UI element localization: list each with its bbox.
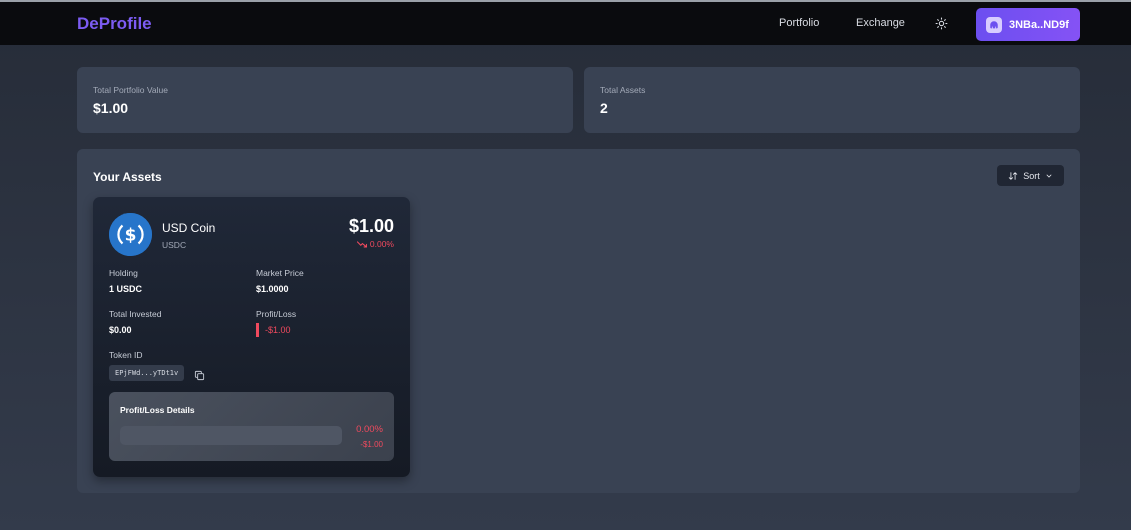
nav-link-portfolio[interactable]: Portfolio (779, 17, 819, 29)
nav-link-exchange[interactable]: Exchange (856, 17, 905, 29)
theme-toggle-button[interactable] (934, 16, 949, 31)
profit-loss-label: Profit/Loss (256, 309, 297, 319)
total-portfolio-value-label: Total Portfolio Value (93, 85, 168, 95)
total-assets-value: 2 (600, 100, 608, 116)
brand-logo[interactable]: DeProfile (77, 14, 152, 34)
trending-down-icon (356, 241, 367, 248)
sort-arrows-icon (1009, 171, 1018, 180)
wallet-address: 3NBa..ND9f (1009, 18, 1069, 31)
copy-icon[interactable] (194, 368, 205, 381)
profit-loss-amount: -$1.00 (360, 440, 383, 449)
coin-name: USD Coin (162, 221, 216, 235)
profit-loss-value: -$1.00 (256, 323, 291, 337)
coin-price: $1.00 (348, 216, 394, 236)
coin-change: 0.00% (356, 239, 394, 249)
wallet-connect-button[interactable]: 3NBa..ND9f (976, 8, 1080, 41)
total-assets-label: Total Assets (600, 85, 646, 95)
your-assets-panel: Your Assets Sort $ USD Coin USDC $1.00 0… (77, 149, 1080, 493)
profit-loss-details: Profit/Loss Details 0.00% -$1.00 (109, 392, 394, 461)
total-invested-value: $0.00 (109, 325, 132, 335)
chevron-down-icon (1046, 174, 1052, 178)
market-price-value: $1.0000 (256, 284, 289, 294)
total-invested-label: Total Invested (109, 309, 162, 319)
coin-change-value: 0.00% (369, 239, 394, 249)
sort-label: Sort (1023, 170, 1040, 181)
token-id-label: Token ID (109, 350, 143, 360)
holding-value: 1 USDC (109, 284, 143, 294)
asset-card-usdc[interactable]: $ USD Coin USDC $1.00 0.00% Holding 1 US… (93, 197, 410, 477)
profit-loss-bar (120, 426, 342, 445)
total-portfolio-value: $1.00 (93, 100, 129, 116)
usdc-logo-icon: $ (109, 213, 152, 256)
total-portfolio-value-card: Total Portfolio Value $1.00 (77, 67, 573, 133)
market-price-label: Market Price (256, 268, 304, 278)
svg-text:$: $ (125, 226, 137, 246)
assets-title: Your Assets (93, 170, 162, 184)
sort-button[interactable]: Sort (997, 165, 1064, 186)
sun-icon (935, 17, 948, 30)
wallet-icon (986, 16, 1002, 33)
total-assets-card: Total Assets 2 (584, 67, 1080, 133)
token-id-value: EPjFWd...yTDt1v (109, 365, 185, 381)
coin-symbol: USDC (162, 240, 187, 250)
top-navbar: DeProfile Portfolio Exchange 3NBa..ND9f (0, 2, 1131, 45)
profit-loss-details-title: Profit/Loss Details (120, 405, 195, 415)
holding-label: Holding (109, 268, 138, 278)
profit-loss-percent: 0.00% (356, 424, 383, 435)
